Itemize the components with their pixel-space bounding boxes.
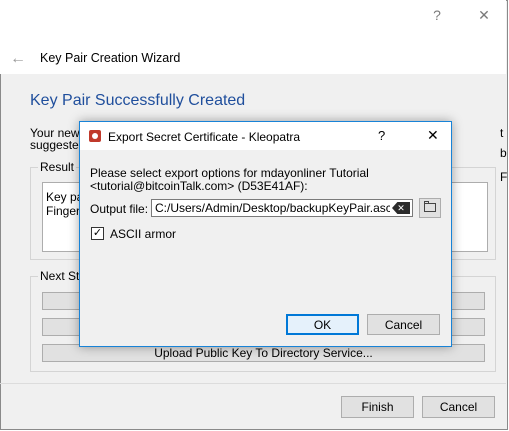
output-file-label: Output file: bbox=[90, 202, 149, 216]
result-legend: Result bbox=[38, 160, 77, 174]
ascii-armor-checkbox[interactable]: ✓ bbox=[91, 227, 104, 240]
clipped-text-fragment: t bbox=[500, 126, 504, 140]
close-window-button[interactable]: ✕ bbox=[474, 6, 494, 24]
clipped-text-fragment: F bbox=[500, 170, 508, 184]
dialog-message-line1: Please select export options for mdayonl… bbox=[90, 166, 369, 180]
footer-divider bbox=[0, 383, 506, 384]
help-title-button[interactable]: ? bbox=[427, 6, 447, 24]
folder-icon bbox=[424, 201, 436, 212]
back-arrow-icon[interactable]: ← bbox=[10, 50, 26, 68]
dialog-message-line2: <tutorial@bitcoinTalk.com> (D53E41AF): bbox=[90, 179, 308, 193]
wizard-cancel-button[interactable]: Cancel bbox=[422, 396, 495, 418]
dialog-cancel-button[interactable]: Cancel bbox=[367, 314, 440, 335]
intro-text-line2: suggested bbox=[30, 138, 86, 152]
dialog-title: Export Secret Certificate - Kleopatra bbox=[108, 130, 301, 144]
result-line1: Key pa bbox=[46, 190, 84, 204]
dialog-help-button[interactable]: ? bbox=[378, 128, 385, 143]
ok-button[interactable]: OK bbox=[286, 314, 359, 335]
wizard-title: Key Pair Creation Wizard bbox=[40, 51, 181, 65]
finish-button[interactable]: Finish bbox=[341, 396, 414, 418]
dialog-close-button[interactable]: ✕ bbox=[427, 127, 439, 144]
kleopatra-app-icon bbox=[89, 130, 101, 142]
ascii-armor-label[interactable]: ASCII armor bbox=[110, 227, 176, 241]
page-heading: Key Pair Successfully Created bbox=[30, 92, 246, 109]
clipped-text-fragment: b bbox=[500, 146, 507, 160]
output-file-input[interactable] bbox=[151, 199, 413, 217]
